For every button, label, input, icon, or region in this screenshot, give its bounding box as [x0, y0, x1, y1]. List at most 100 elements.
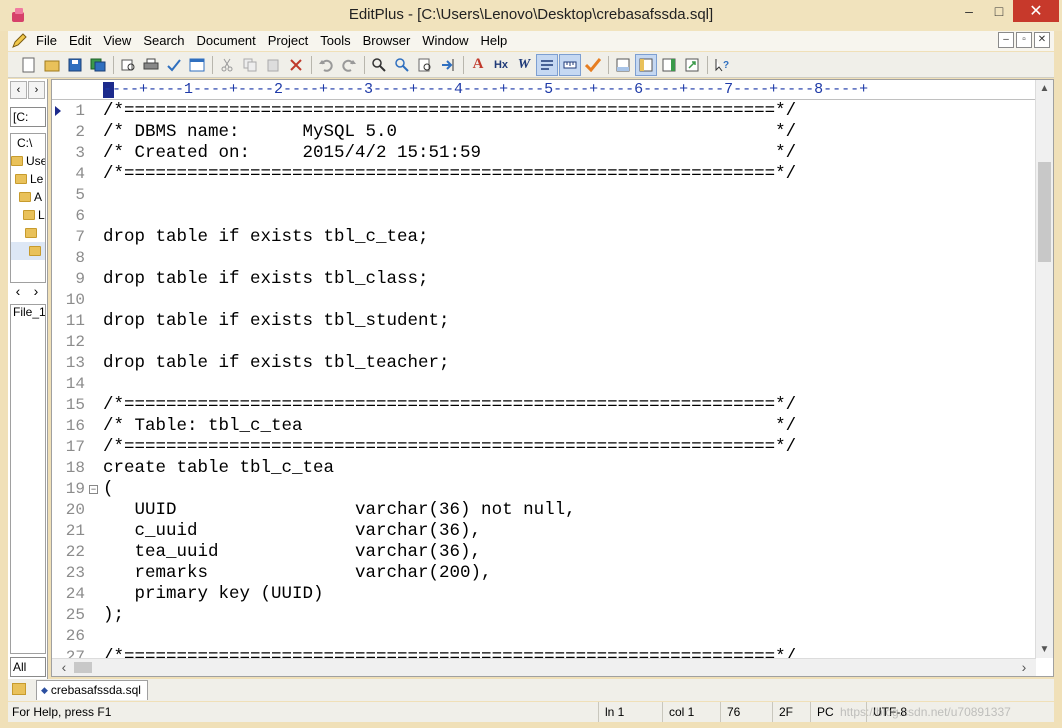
menu-edit[interactable]: Edit — [63, 32, 97, 50]
code-line[interactable]: 24 primary key (UUID) — [52, 584, 1036, 605]
code-line[interactable]: 25); — [52, 605, 1036, 626]
menu-project[interactable]: Project — [262, 32, 314, 50]
code-line[interactable]: 15/*====================================… — [52, 395, 1036, 416]
close-button[interactable]: ✕ — [1013, 0, 1059, 22]
code-line[interactable]: 2/* DBMS name: MySQL 5.0 */ — [52, 122, 1036, 143]
new-file-icon[interactable] — [18, 54, 40, 76]
menu-document[interactable]: Document — [191, 32, 262, 50]
toggle-output-icon[interactable] — [612, 54, 634, 76]
delete-icon[interactable] — [285, 54, 307, 76]
scroll-right-icon[interactable]: › — [1016, 659, 1032, 676]
scroll-up-icon[interactable]: ▲ — [1036, 80, 1053, 97]
save-icon[interactable] — [64, 54, 86, 76]
menu-window[interactable]: Window — [416, 32, 474, 50]
code-line[interactable]: 1/*=====================================… — [52, 101, 1036, 122]
tree-node[interactable]: L — [11, 206, 45, 224]
code-line[interactable]: 21 c_uuid varchar(36), — [52, 521, 1036, 542]
panel-prev-button[interactable]: ‹ — [10, 81, 27, 99]
code-line[interactable]: 9 drop table if exists tbl_class; — [52, 269, 1036, 290]
code-line[interactable]: 14 — [52, 374, 1036, 395]
word-wrap-icon[interactable] — [536, 53, 558, 76]
code-line[interactable]: 23 remarks varchar(200), — [52, 563, 1036, 584]
code-line[interactable]: 13 drop table if exists tbl_teacher; — [52, 353, 1036, 374]
tree-node[interactable]: Use — [11, 152, 45, 170]
cut-icon[interactable] — [216, 54, 238, 76]
hex-icon[interactable]: Hx — [490, 54, 512, 76]
tree-node[interactable]: Le — [11, 170, 45, 188]
menu-search[interactable]: Search — [137, 32, 190, 50]
code-line[interactable]: 3/* Created on: 2015/4/2 15:51:59 */ — [52, 143, 1036, 164]
tree-scroll-right[interactable]: › — [28, 283, 44, 299]
italic-w-icon[interactable]: W — [513, 54, 535, 76]
code-line[interactable]: 26 — [52, 626, 1036, 647]
open-folder-icon[interactable] — [41, 54, 63, 76]
undo-icon[interactable] — [315, 54, 337, 76]
check-icon[interactable] — [582, 54, 604, 76]
scroll-left-icon[interactable]: ‹ — [56, 659, 72, 676]
code-line[interactable]: 19−( — [52, 479, 1036, 500]
folder-icon[interactable] — [12, 683, 26, 695]
help-context-icon[interactable]: ? — [711, 54, 733, 76]
browser-preview-icon[interactable] — [186, 54, 208, 76]
maximize-button[interactable]: □ — [985, 0, 1013, 22]
redo-icon[interactable] — [338, 54, 360, 76]
cliptext-icon[interactable] — [658, 54, 680, 76]
file-list[interactable]: File_1 — [10, 304, 46, 654]
horizontal-scrollbar[interactable]: ‹ › — [52, 658, 1036, 676]
spellcheck-icon[interactable] — [163, 54, 185, 76]
horizontal-scroll-thumb[interactable] — [74, 662, 92, 673]
paste-icon[interactable] — [262, 54, 284, 76]
tree-node[interactable]: A — [11, 188, 45, 206]
directory-icon[interactable] — [635, 53, 657, 76]
code-line[interactable]: 7 drop table if exists tbl_c_tea; — [52, 227, 1036, 248]
code-line[interactable]: 5 — [52, 185, 1036, 206]
code-line[interactable]: 11 drop table if exists tbl_student; — [52, 311, 1036, 332]
code-line[interactable]: 16/* Table: tbl_c_tea */ — [52, 416, 1036, 437]
find-in-files-icon[interactable] — [414, 54, 436, 76]
drive-select[interactable]: [C: — [10, 107, 46, 127]
print-icon[interactable] — [140, 54, 162, 76]
scroll-down-icon[interactable]: ▼ — [1036, 641, 1053, 658]
pencil-icon[interactable] — [8, 32, 30, 50]
vertical-scroll-thumb[interactable] — [1038, 162, 1051, 262]
copy-icon[interactable] — [239, 54, 261, 76]
minimize-button[interactable]: – — [955, 0, 983, 22]
menu-help[interactable]: Help — [475, 32, 514, 50]
ruler-icon[interactable] — [559, 53, 581, 76]
folder-tree[interactable]: C:\ Use Le A L — [10, 133, 46, 283]
document-tab[interactable]: ◆ crebasafssda.sql — [36, 680, 148, 700]
mdi-minimize-button[interactable]: – — [998, 32, 1014, 48]
tree-node[interactable]: C:\ — [11, 134, 45, 152]
menu-file[interactable]: File — [30, 32, 63, 50]
tree-scroll-left[interactable]: ‹ — [10, 283, 26, 299]
print-preview-icon[interactable] — [117, 54, 139, 76]
code-area[interactable]: 1/*=====================================… — [52, 101, 1036, 659]
find-icon[interactable] — [368, 54, 390, 76]
code-line[interactable]: 22 tea_uuid varchar(36), — [52, 542, 1036, 563]
tree-node-selected[interactable] — [11, 242, 45, 260]
fullscreen-icon[interactable] — [681, 54, 703, 76]
replace-icon[interactable] — [391, 54, 413, 76]
tree-node[interactable] — [11, 224, 45, 242]
goto-icon[interactable] — [437, 54, 459, 76]
file-list-item[interactable]: File_1 — [13, 305, 45, 319]
menu-browser[interactable]: Browser — [357, 32, 417, 50]
save-all-icon[interactable] — [87, 54, 109, 76]
vertical-scrollbar[interactable]: ▲ ▼ — [1035, 80, 1053, 658]
editor-pane[interactable]: ----+----1----+----2----+----3----+----4… — [51, 79, 1054, 677]
code-line[interactable]: 12 — [52, 332, 1036, 353]
menu-tools[interactable]: Tools — [314, 32, 356, 50]
mdi-restore-button[interactable]: ▫ — [1016, 32, 1032, 48]
code-line[interactable]: 18 create table tbl_c_tea — [52, 458, 1036, 479]
code-line[interactable]: 8 — [52, 248, 1036, 269]
file-filter-select[interactable]: All — [10, 657, 46, 677]
code-line[interactable]: 10 — [52, 290, 1036, 311]
code-line[interactable]: 20 UUID varchar(36) not null, — [52, 500, 1036, 521]
code-line[interactable]: 4/*=====================================… — [52, 164, 1036, 185]
font-icon[interactable]: A — [467, 54, 489, 76]
panel-next-button[interactable]: › — [28, 81, 45, 99]
menu-view[interactable]: View — [97, 32, 137, 50]
code-line[interactable]: 17/*====================================… — [52, 437, 1036, 458]
mdi-close-button[interactable]: ✕ — [1034, 32, 1050, 48]
code-line[interactable]: 6 — [52, 206, 1036, 227]
